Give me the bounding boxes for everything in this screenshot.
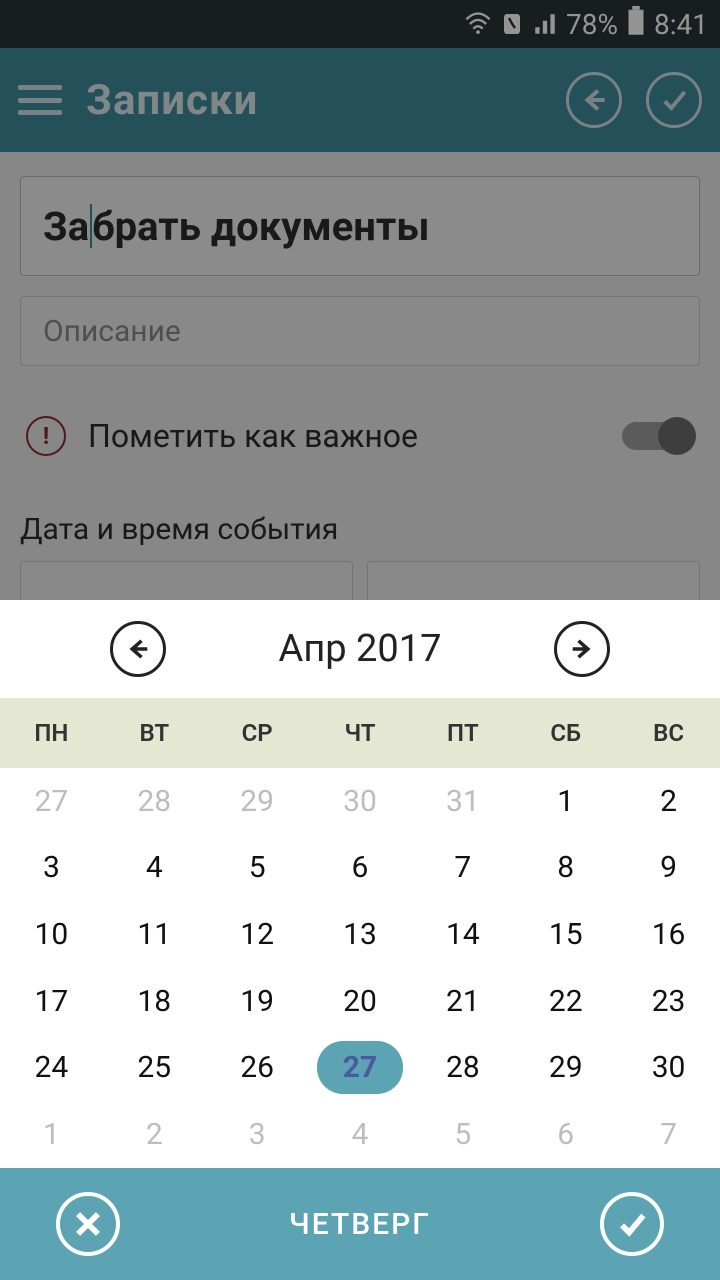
selected-dayname: ЧЕТВЕРГ (289, 1207, 431, 1242)
calendar-day[interactable]: 12 (206, 901, 309, 968)
calendar-day[interactable]: 30 (309, 768, 412, 835)
calendar-day[interactable]: 4 (103, 835, 206, 902)
calendar-footer: ЧЕТВЕРГ (0, 1168, 720, 1280)
calendar-day[interactable]: 8 (514, 835, 617, 902)
calendar-day[interactable]: 28 (103, 768, 206, 835)
calendar-day[interactable]: 1 (514, 768, 617, 835)
calendar-day[interactable]: 29 (514, 1035, 617, 1102)
calendar-day[interactable]: 6 (309, 835, 412, 902)
calendar-day[interactable]: 1 (0, 1101, 103, 1168)
calendar-day[interactable]: 31 (411, 768, 514, 835)
calendar-day[interactable]: 7 (411, 835, 514, 902)
calendar-day[interactable]: 22 (514, 968, 617, 1035)
prev-month-button[interactable] (110, 621, 166, 677)
calendar-day[interactable]: 7 (617, 1101, 720, 1168)
calendar-day[interactable]: 30 (617, 1035, 720, 1102)
weekday-label: СБ (514, 698, 617, 768)
weekday-label: ВТ (103, 698, 206, 768)
calendar-day[interactable]: 17 (0, 968, 103, 1035)
calendar-day[interactable]: 3 (0, 835, 103, 902)
calendar-day[interactable]: 9 (617, 835, 720, 902)
calendar-day[interactable]: 25 (103, 1035, 206, 1102)
calendar-day[interactable]: 2 (617, 768, 720, 835)
weekday-label: СР (206, 698, 309, 768)
calendar-grid: 2728293031123456789101112131415161718192… (0, 768, 720, 1168)
calendar-day[interactable]: 16 (617, 901, 720, 968)
weekday-label: ЧТ (309, 698, 412, 768)
weekday-label: ПН (0, 698, 103, 768)
weekday-row: ПНВТСРЧТПТСБВС (0, 698, 720, 768)
calendar-day[interactable]: 26 (206, 1035, 309, 1102)
weekday-label: ПТ (411, 698, 514, 768)
calendar-title: Апр 2017 (279, 627, 442, 671)
calendar-day[interactable]: 19 (206, 968, 309, 1035)
weekday-label: ВС (617, 698, 720, 768)
calendar-day[interactable]: 11 (103, 901, 206, 968)
calendar-day[interactable]: 5 (206, 835, 309, 902)
cancel-date-button[interactable] (56, 1192, 120, 1256)
calendar-day[interactable]: 18 (103, 968, 206, 1035)
calendar-day[interactable]: 20 (309, 968, 412, 1035)
calendar-day[interactable]: 24 (0, 1035, 103, 1102)
calendar-day[interactable]: 29 (206, 768, 309, 835)
calendar-day[interactable]: 28 (411, 1035, 514, 1102)
calendar-day[interactable]: 2 (103, 1101, 206, 1168)
calendar-day[interactable]: 13 (309, 901, 412, 968)
calendar-day[interactable]: 21 (411, 968, 514, 1035)
next-month-button[interactable] (554, 621, 610, 677)
calendar-day[interactable]: 6 (514, 1101, 617, 1168)
calendar-day[interactable]: 27 (0, 768, 103, 835)
calendar-day[interactable]: 10 (0, 901, 103, 968)
calendar-day[interactable]: 15 (514, 901, 617, 968)
calendar-header: Апр 2017 (0, 600, 720, 698)
calendar-day[interactable]: 14 (411, 901, 514, 968)
calendar-day[interactable]: 27 (309, 1035, 412, 1102)
date-picker: Апр 2017 ПНВТСРЧТПТСБВС 2728293031123456… (0, 600, 720, 1280)
calendar-day[interactable]: 3 (206, 1101, 309, 1168)
confirm-date-button[interactable] (600, 1192, 664, 1256)
calendar-day[interactable]: 23 (617, 968, 720, 1035)
calendar-day[interactable]: 4 (309, 1101, 412, 1168)
calendar-day[interactable]: 5 (411, 1101, 514, 1168)
